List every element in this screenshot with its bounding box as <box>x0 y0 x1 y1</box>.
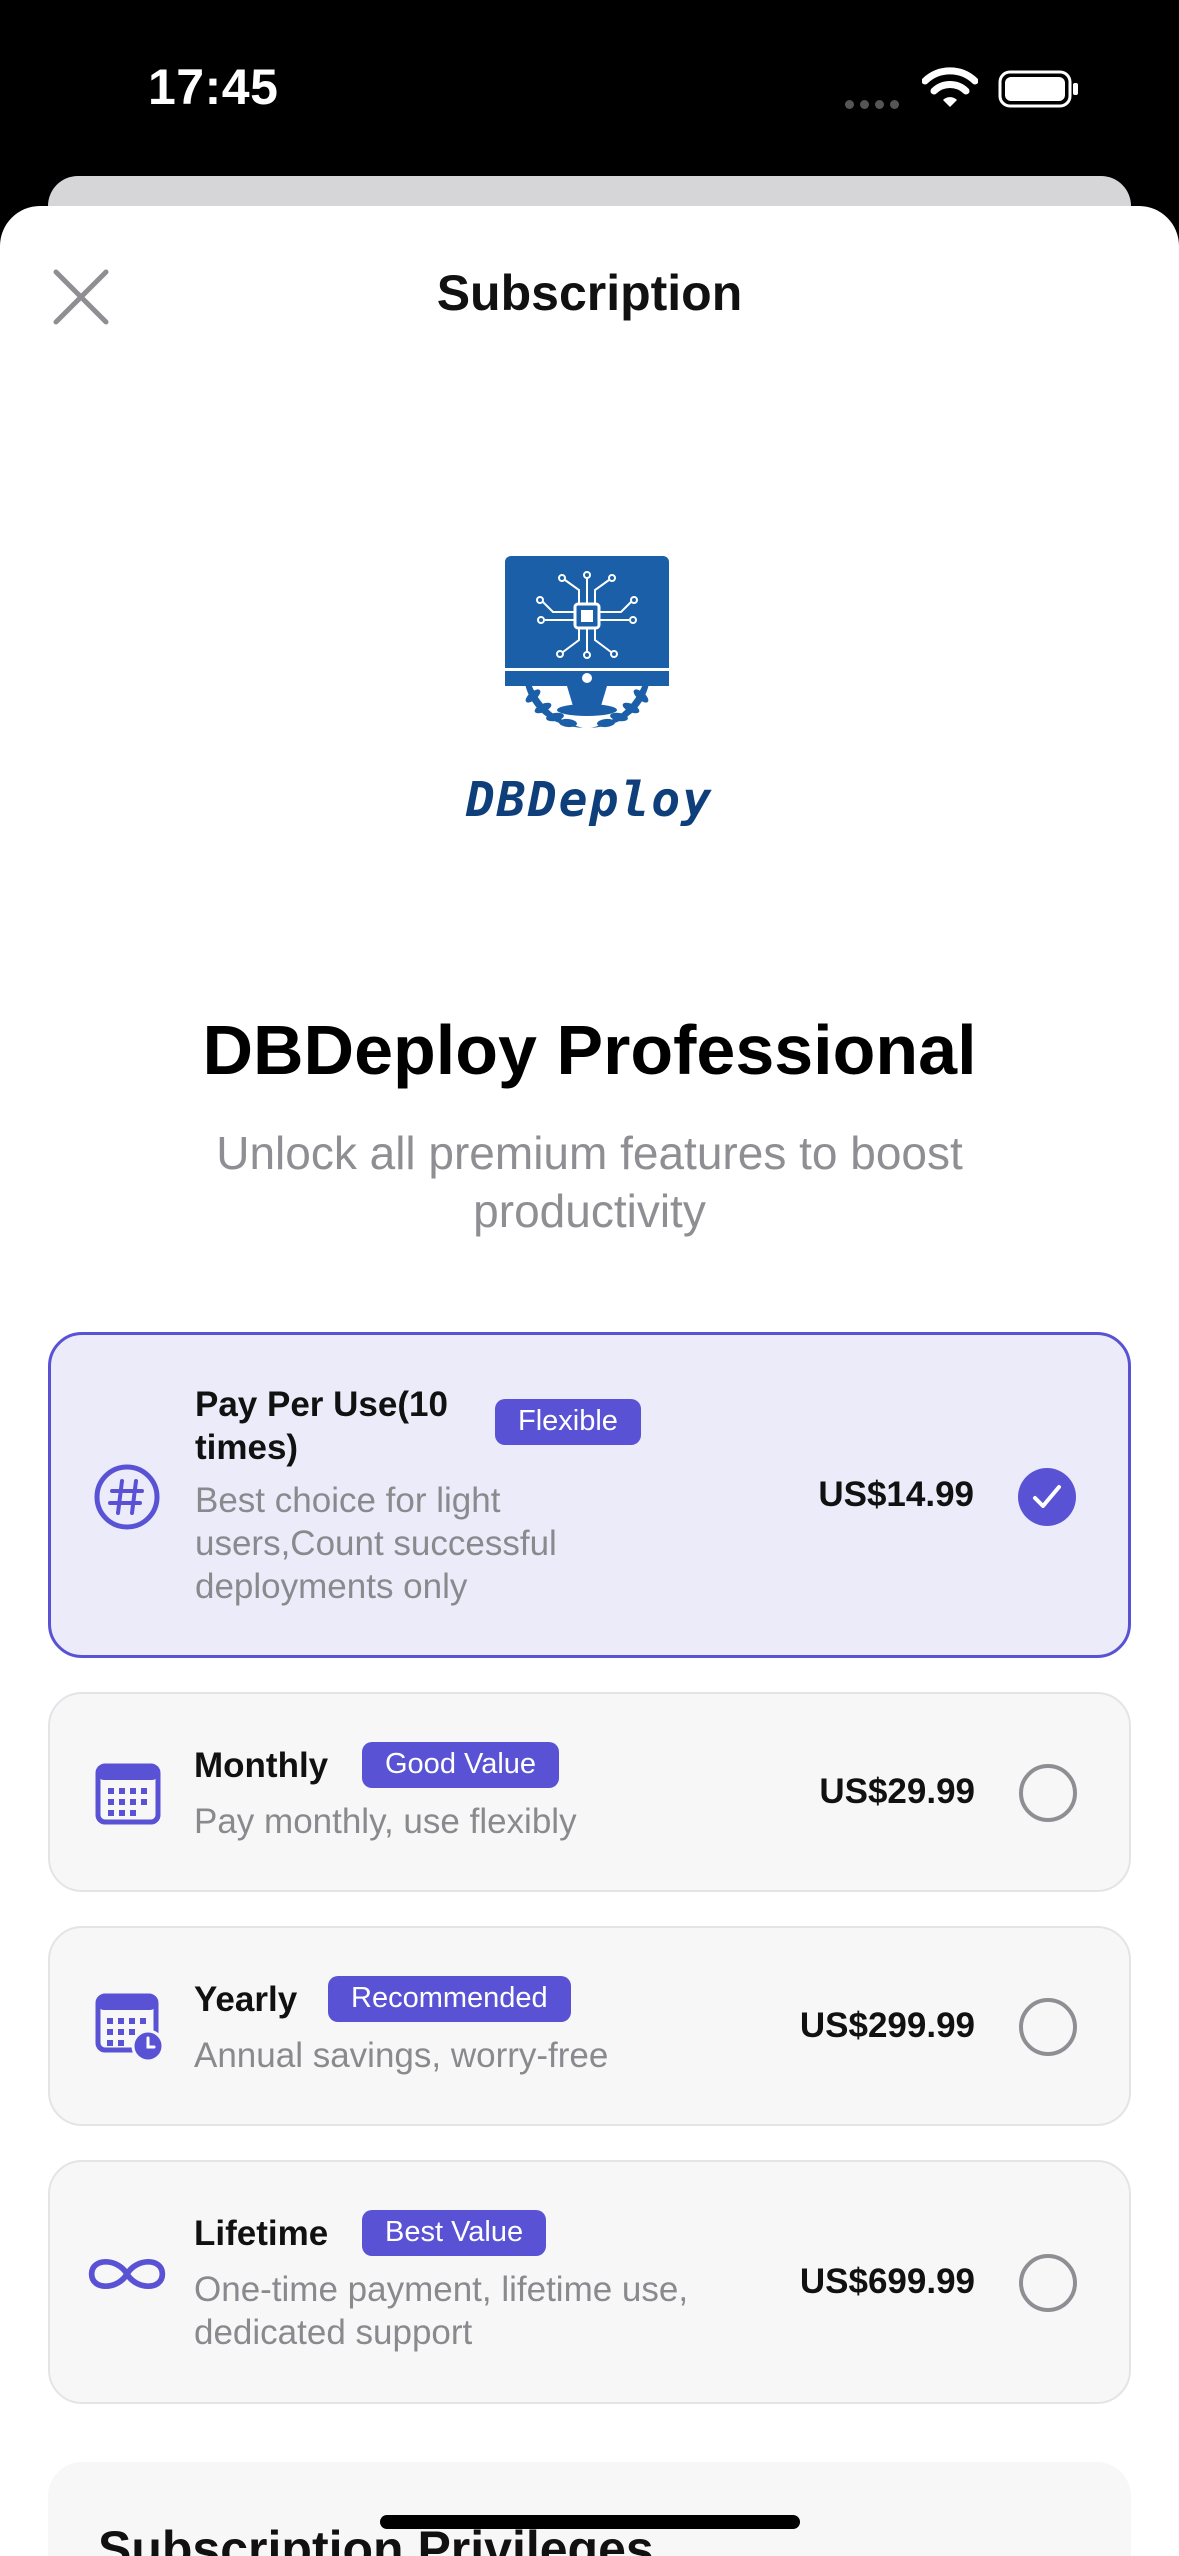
plan-name: Yearly <box>194 1980 298 2019</box>
plan-description: Pay monthly, use flexibly <box>194 1802 577 1841</box>
home-indicator[interactable] <box>380 2515 800 2529</box>
status-bar: 17:45 <box>0 0 1179 176</box>
plan-radio-unchecked[interactable] <box>1019 1764 1077 1822</box>
calendar-clock-icon <box>95 1993 164 2062</box>
monitor-chip-laurel-logo <box>505 556 669 728</box>
plan-price: US$29.99 <box>819 1772 975 1811</box>
plan-description: One-time payment, lifetime use, dedicate… <box>194 2270 689 2352</box>
plan-price: US$699.99 <box>799 2262 975 2301</box>
page-title: Subscription <box>436 265 743 321</box>
plan-radio-checked[interactable] <box>1018 1468 1076 1526</box>
infinity-icon <box>88 2258 166 2290</box>
plan-radio-unchecked[interactable] <box>1019 2254 1077 2312</box>
plan-name: Lifetime <box>194 2214 329 2253</box>
checkmark-icon <box>1033 1485 1061 1508</box>
plan-price: US$299.99 <box>799 2006 975 2045</box>
logo-text: DBDeploy <box>465 772 714 828</box>
plan-name: Monthly <box>194 1746 329 1785</box>
plan-description: Annual savings, worry-free <box>194 2036 609 2075</box>
plan-name: Pay Per Use(10 times) <box>195 1385 448 1467</box>
status-time: 17:45 <box>148 59 279 115</box>
plan-badge: Best Value <box>362 2210 547 2256</box>
plan-radio-unchecked[interactable] <box>1019 1998 1077 2056</box>
wifi-icon <box>922 67 978 107</box>
product-title: DBDeploy Professional <box>202 1011 977 1089</box>
plan-card-lifetime[interactable]: Lifetime Best Value One-time payment, li… <box>48 2160 1131 2404</box>
plan-card-monthly[interactable]: Monthly Good Value Pay monthly, use flex… <box>48 1692 1131 1892</box>
hash-circle-icon <box>94 1464 160 1530</box>
subscription-sheet: Subscription DBDeploy DBDeploy Professio… <box>0 206 1179 2556</box>
plan-price: US$14.99 <box>818 1475 974 1514</box>
plan-badge: Good Value <box>362 1742 560 1788</box>
calendar-icon <box>95 1763 161 1825</box>
plan-card-pay-per-use[interactable]: Pay Per Use(10 times) Flexible Best choi… <box>48 1332 1131 1658</box>
product-subtitle: Unlock all premium features to boost pro… <box>216 1127 963 1237</box>
plan-description: Best choice for light users,Count succes… <box>195 1481 557 1606</box>
signal-dots-icon <box>845 96 905 114</box>
privileges-card: Subscription Privileges <box>48 2462 1131 2556</box>
plan-badge: Recommended <box>328 1976 571 2022</box>
plan-card-yearly[interactable]: Yearly Recommended Annual savings, worry… <box>48 1926 1131 2126</box>
plan-badge: Flexible <box>495 1399 641 1445</box>
battery-icon <box>998 70 1078 108</box>
